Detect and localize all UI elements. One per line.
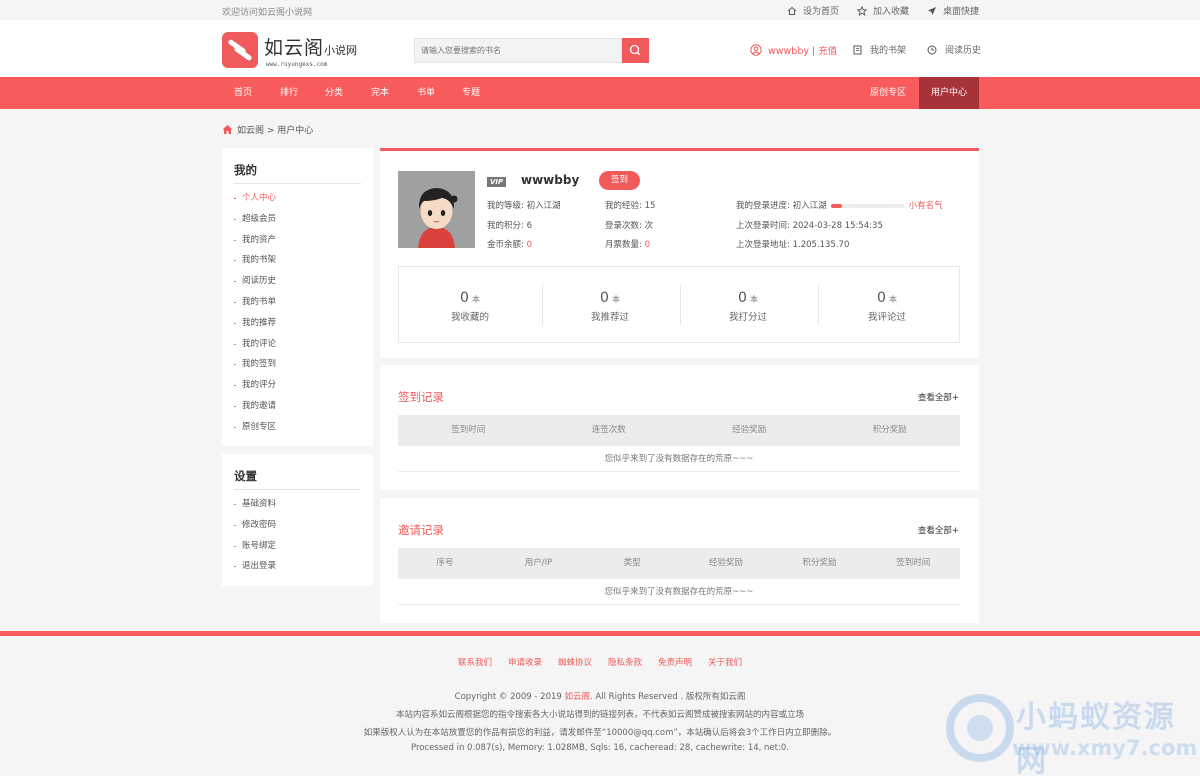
sidebar-item-bookshelf[interactable]: 我的书架 xyxy=(234,250,276,271)
sidebar-item-signin[interactable]: 我的签到 xyxy=(234,354,276,375)
stat-recommended[interactable]: 0 本我推荐过 xyxy=(541,267,679,344)
sign-records-more-link[interactable]: 查看全部+ xyxy=(918,391,959,403)
footer-links: 联系我们 申请收录 蜘蛛协议 隐私条款 免责声明 关于我们 xyxy=(0,656,1200,668)
sidebar-item-invites[interactable]: 我的邀请 xyxy=(234,396,276,417)
avatar[interactable] xyxy=(398,171,475,248)
logo-icon[interactable] xyxy=(222,32,258,68)
sidebar-item-comments[interactable]: 我的评论 xyxy=(234,334,276,355)
user-account-link[interactable]: wwwbby | 充值 xyxy=(750,43,837,57)
breadcrumb: 如云阁 > 用户中心 xyxy=(222,123,313,136)
bookshelf-link[interactable]: 我的书架 xyxy=(853,43,906,56)
footer-link-contact[interactable]: 联系我们 xyxy=(458,656,492,668)
main-nav: 首页 排行 分类 完本 书单 专题 原创专区 用户中心 xyxy=(0,77,1200,109)
watermark: 小蚂蚁资源网 www.xmy7.com xyxy=(944,690,1200,776)
nav-completed[interactable]: 完本 xyxy=(371,77,389,109)
sidebar-settings-title: 设置 xyxy=(234,469,257,483)
footer-link-about[interactable]: 关于我们 xyxy=(708,656,742,668)
sidebar-item-recommend[interactable]: 我的推荐 xyxy=(234,313,276,334)
watermark-text: 小蚂蚁资源网 xyxy=(1016,700,1176,776)
nav-ranking[interactable]: 排行 xyxy=(280,77,298,109)
add-favorite-link[interactable]: 加入收藏 xyxy=(856,4,909,17)
sidebar-item-ratings[interactable]: 我的评分 xyxy=(234,375,276,396)
logo-url: www.ruyungexs.com xyxy=(266,61,328,68)
login-progress-info: 我的登录进度: 初入江湖 小有名气 xyxy=(736,201,943,211)
footer-divider xyxy=(0,631,1200,636)
invite-records-more-link[interactable]: 查看全部+ xyxy=(918,524,959,536)
invite-records-table-header: 序号 用户/IP 类型 经验奖励 积分奖励 签到时间 xyxy=(398,548,960,579)
stat-favorites[interactable]: 0 本我收藏的 xyxy=(401,267,539,344)
sidebar-item-booklist[interactable]: 我的书单 xyxy=(234,292,276,313)
coins-info: 金币余额: 0 xyxy=(487,240,532,250)
footer-link-disclaimer[interactable]: 免责声明 xyxy=(658,656,692,668)
watermark-url: www.xmy7.com xyxy=(1012,736,1198,760)
search-input[interactable] xyxy=(415,39,621,62)
home-icon xyxy=(787,6,797,15)
search-icon xyxy=(629,44,641,56)
profile-panel: VIP wwwbby 签到 我的等级: 初入江湖 我的经验: 15 我的登录进度… xyxy=(380,148,979,358)
stat-commented[interactable]: 0 本我评论过 xyxy=(818,267,956,344)
sign-records-panel: 签到记录 查看全部+ 签到时间 连签次数 经验奖励 积分奖励 您似乎来到了没有数… xyxy=(380,365,979,490)
nav-original[interactable]: 原创专区 xyxy=(870,77,906,109)
footer-link-spider[interactable]: 蜘蛛协议 xyxy=(558,656,592,668)
points-info: 我的积分: 6 xyxy=(487,221,532,231)
site-header: 如云阁小说网 www.ruyungexs.com wwwbby | 充值 我的书… xyxy=(0,20,1200,77)
book-icon xyxy=(853,45,862,54)
site-logo[interactable]: 如云阁小说网 www.ruyungexs.com xyxy=(264,33,357,68)
monthly-ticket-info: 月票数量: 0 xyxy=(605,240,650,250)
stats-box: 0 本我收藏的 0 本我推荐过 0 本我打分过 0 本我评论过 xyxy=(398,266,960,343)
sign-records-empty: 您似乎来到了没有数据存在的荒原~~~ xyxy=(398,446,960,472)
search-box xyxy=(414,38,622,63)
user-icon xyxy=(750,44,762,56)
star-icon xyxy=(856,5,867,16)
nav-category[interactable]: 分类 xyxy=(325,77,343,109)
vip-badge: VIP xyxy=(487,177,507,187)
exp-info: 我的经验: 15 xyxy=(605,201,656,211)
invite-records-panel: 邀请记录 查看全部+ 序号 用户/IP 类型 经验奖励 积分奖励 签到时间 您似… xyxy=(380,498,979,623)
search-button[interactable] xyxy=(622,38,649,63)
login-progress-bar xyxy=(830,203,905,208)
set-home-link[interactable]: 设为首页 xyxy=(787,4,839,17)
sidebar-mine-title: 我的 xyxy=(234,163,257,177)
footer-link-privacy[interactable]: 隐私条款 xyxy=(608,656,642,668)
avatar-image xyxy=(398,171,475,248)
reading-history-link[interactable]: 阅读历史 xyxy=(927,43,981,56)
clock-icon xyxy=(927,45,937,54)
nav-home[interactable]: 首页 xyxy=(234,77,252,109)
sidebar-item-account-binding[interactable]: 账号绑定 xyxy=(234,536,276,557)
sidebar-item-assets[interactable]: 我的资产 xyxy=(234,230,276,251)
nav-topics[interactable]: 专题 xyxy=(462,77,480,109)
send-icon xyxy=(927,6,936,15)
sidebar-mine: 我的 个人中心 超级会员 我的资产 我的书架 阅读历史 我的书单 我的推荐 我的… xyxy=(222,148,373,446)
sidebar-item-vip[interactable]: 超级会员 xyxy=(234,209,276,230)
sidebar-item-personal-center[interactable]: 个人中心 xyxy=(234,188,276,209)
sidebar-item-change-password[interactable]: 修改密码 xyxy=(234,515,276,536)
invite-records-title: 邀请记录 xyxy=(398,523,444,537)
login-count-info: 登录次数: 次 xyxy=(605,221,654,231)
last-login-ip-info: 上次登录地址: 1.205.135.70 xyxy=(736,240,850,250)
desktop-shortcut-link[interactable]: 桌面快捷 xyxy=(927,4,979,17)
nav-booklist[interactable]: 书单 xyxy=(417,77,435,109)
sign-records-table-header: 签到时间 连签次数 经验奖励 积分奖励 xyxy=(398,415,960,446)
sidebar-item-logout[interactable]: 退出登录 xyxy=(234,556,276,577)
footer-link-apply[interactable]: 申请收录 xyxy=(508,656,542,668)
last-login-time-info: 上次登录时间: 2024-03-28 15:54:35 xyxy=(736,221,883,231)
level-info: 我的等级: 初入江湖 xyxy=(487,201,561,211)
sidebar-settings: 设置 基础资料 修改密码 账号绑定 退出登录 xyxy=(222,454,373,586)
sidebar-item-original[interactable]: 原创专区 xyxy=(234,417,276,438)
username: wwwbby xyxy=(521,173,580,187)
nav-user-center[interactable]: 用户中心 xyxy=(919,77,979,109)
sidebar-item-basic-info[interactable]: 基础资料 xyxy=(234,494,276,515)
sidebar-item-history[interactable]: 阅读历史 xyxy=(234,271,276,292)
invite-records-empty: 您似乎来到了没有数据存在的荒原~~~ xyxy=(398,579,960,605)
welcome-text: 欢迎访问如云阁小说网 xyxy=(222,8,313,18)
top-bar: 欢迎访问如云阁小说网 设为首页 加入收藏 桌面快捷 xyxy=(0,0,1200,20)
sign-in-button[interactable]: 签到 xyxy=(599,171,640,190)
sign-records-title: 签到记录 xyxy=(398,390,444,404)
home-icon xyxy=(222,125,233,134)
stat-rated[interactable]: 0 本我打分过 xyxy=(679,267,817,344)
ant-logo-icon xyxy=(946,694,1014,762)
